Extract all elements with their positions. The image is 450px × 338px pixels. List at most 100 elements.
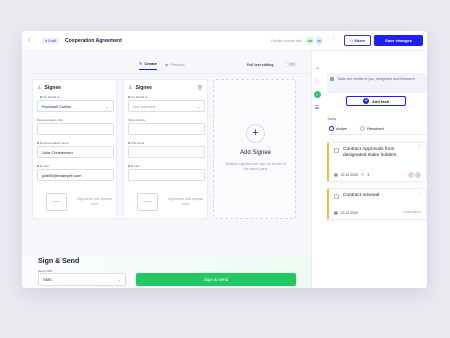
add-signee-card[interactable]: + Add Signee Multiple signees can sign o…: [213, 79, 296, 219]
check-icon[interactable]: ✓: [313, 91, 321, 98]
signature-icon: [46, 193, 68, 211]
share-button[interactable]: ⚇ Share: [344, 35, 371, 46]
app-window: ‹ ● Draft Cooperation Agreement Directly…: [22, 31, 427, 288]
divider: [327, 134, 427, 135]
field-label: Personal title: [128, 118, 146, 122]
required-dot-icon: [128, 96, 130, 98]
task-date: 22.12.2030: [340, 210, 358, 215]
signature-placeholder: Signature will appear here: [128, 187, 205, 217]
field-label: E-mail: [128, 164, 140, 168]
add-signee-subtitle: Multiple signees can sign on behalf of t…: [225, 162, 286, 171]
on-behalf-label: On behalf of: [131, 95, 148, 99]
save-changes-button[interactable]: Save changes: [374, 35, 423, 46]
signature-text: Signature will appear here: [76, 197, 113, 206]
trash-icon[interactable]: 🗑: [197, 85, 203, 91]
field-label: On behalf of: [128, 95, 147, 99]
collapse-icon[interactable]: ⇥: [314, 65, 321, 72]
sidebar-icon-strip: ⇥ ⓘ ✓ ☰: [312, 51, 322, 288]
plus-icon[interactable]: +: [246, 124, 265, 143]
tab-create[interactable]: ✎ Create: [139, 61, 157, 70]
radio-icon: [360, 126, 365, 131]
more-options-icon[interactable]: ⋮: [417, 145, 422, 150]
representative-name-input[interactable]: Julie Christensen: [37, 146, 114, 158]
on-behalf-select[interactable]: Rockwell Collins ⌄: [37, 100, 114, 112]
more-options-icon[interactable]: ⋮: [417, 191, 422, 196]
avatar[interactable]: [408, 172, 415, 178]
task-assignees: [408, 172, 421, 179]
share-button-label: Share: [354, 38, 366, 43]
on-behalf-select[interactable]: Not selected ⌄: [128, 100, 205, 112]
on-behalf-value: Rockwell Collins: [42, 103, 72, 109]
editor-panel: ✎ Create ◉ Preview Full text editing OFF…: [22, 51, 311, 288]
task-count: 3: [367, 172, 370, 177]
info-icon[interactable]: ⓘ: [314, 78, 321, 85]
send-via-select[interactable]: SMS ⌄: [38, 273, 126, 286]
task-checkbox[interactable]: [334, 194, 339, 199]
tab-create-label: Create: [144, 61, 157, 66]
email-field[interactable]: [128, 169, 205, 181]
filter-active-label: Active: [336, 126, 347, 131]
task-meta: ▦ 22.12.2030 ⚇ 3: [334, 172, 369, 177]
task-card[interactable]: Contract renewal ⋮ ▦ 22.12.2030 Unassign…: [327, 188, 427, 220]
document-title[interactable]: Cooperation Agreement: [65, 38, 122, 44]
sign-and-send-button[interactable]: Sign & send: [136, 273, 296, 286]
personal-title-input[interactable]: [128, 123, 205, 135]
field-label: Full name: [128, 141, 144, 145]
required-dot-icon: [37, 142, 39, 144]
representative-name-label: Representative name: [40, 141, 69, 145]
task-list-icon[interactable]: ☰: [314, 104, 321, 111]
filter-resolved[interactable]: Resolved: [360, 126, 384, 131]
sign-send-section: Sign & Send Send SMS SMS ⌄ Sign & send: [22, 256, 311, 288]
radio-icon: [329, 126, 334, 131]
signee-title: Signee: [135, 85, 152, 91]
add-task-button[interactable]: + Add task: [346, 96, 406, 106]
sign-send-title: Sign & Send: [38, 258, 80, 265]
tasks-sidebar: ⇥ ⓘ ✓ ☰ Tasks are visible to you, assign…: [311, 51, 427, 288]
task-title: Contract renewal: [343, 193, 380, 198]
signee-header: ♙ Signee: [128, 85, 152, 91]
filter-resolved-label: Resolved: [367, 126, 384, 131]
required-dot-icon: [128, 142, 130, 144]
signee-card: ♙ Signee 🗑 On behalf of Not selected ⌄ Pe…: [123, 79, 208, 219]
field-label: E-mail: [37, 164, 49, 168]
person-icon: ♙: [128, 85, 133, 91]
field-label: On behalf of: [40, 95, 59, 99]
email-label: E-mail: [40, 164, 49, 168]
required-dot-icon: [128, 165, 130, 167]
chevron-down-icon: ⌄: [196, 103, 200, 109]
avatar[interactable]: [415, 172, 421, 178]
email-label: E-mail: [131, 164, 140, 168]
draft-badge-label: Draft: [48, 38, 56, 43]
chevron-down-icon: ⌄: [117, 277, 121, 282]
task-title: Contract Approvals from designated stake…: [343, 147, 397, 158]
task-checkbox[interactable]: [334, 148, 339, 153]
draft-badge: ● Draft: [42, 37, 59, 44]
calendar-icon: ▦: [334, 210, 338, 215]
full-text-editing-label: Full text editing: [247, 63, 274, 67]
task-date: 22.12.2030: [340, 172, 358, 177]
full-name-label: Full name: [131, 141, 145, 145]
avatar[interactable]: OM: [306, 37, 314, 45]
filter-active[interactable]: Active: [329, 126, 347, 131]
signee-header: ♙ Signee: [37, 85, 61, 91]
full-name-input[interactable]: [128, 146, 205, 158]
chevron-left-icon[interactable]: ‹: [28, 37, 36, 44]
divider: [32, 73, 310, 74]
plus-icon: +: [363, 97, 370, 104]
task-card[interactable]: Contract Approvals from designated stake…: [327, 142, 427, 182]
eye-icon: ◉: [164, 61, 169, 67]
signee-title: Signee: [44, 85, 61, 91]
task-status: Unassigned: [403, 210, 421, 214]
tasks-info-note: Tasks are visible to you, assignees and …: [327, 73, 427, 93]
signature-text: Signature will appear here: [167, 197, 204, 206]
avatar[interactable]: JS: [315, 37, 323, 45]
full-text-editing-toggle[interactable]: OFF: [284, 62, 296, 67]
user-plus-icon: ⚇: [349, 38, 354, 43]
tab-preview[interactable]: ◉ Preview: [165, 61, 185, 70]
field-label: Representative name: [37, 141, 69, 145]
representative-title-input[interactable]: [37, 123, 114, 135]
more-options-icon[interactable]: ⋮: [331, 36, 337, 42]
signature-placeholder: Signature will appear here: [37, 187, 114, 217]
email-field[interactable]: julie85@example.com: [37, 169, 114, 181]
task-meta: ▦ 22.12.2030: [334, 210, 358, 215]
